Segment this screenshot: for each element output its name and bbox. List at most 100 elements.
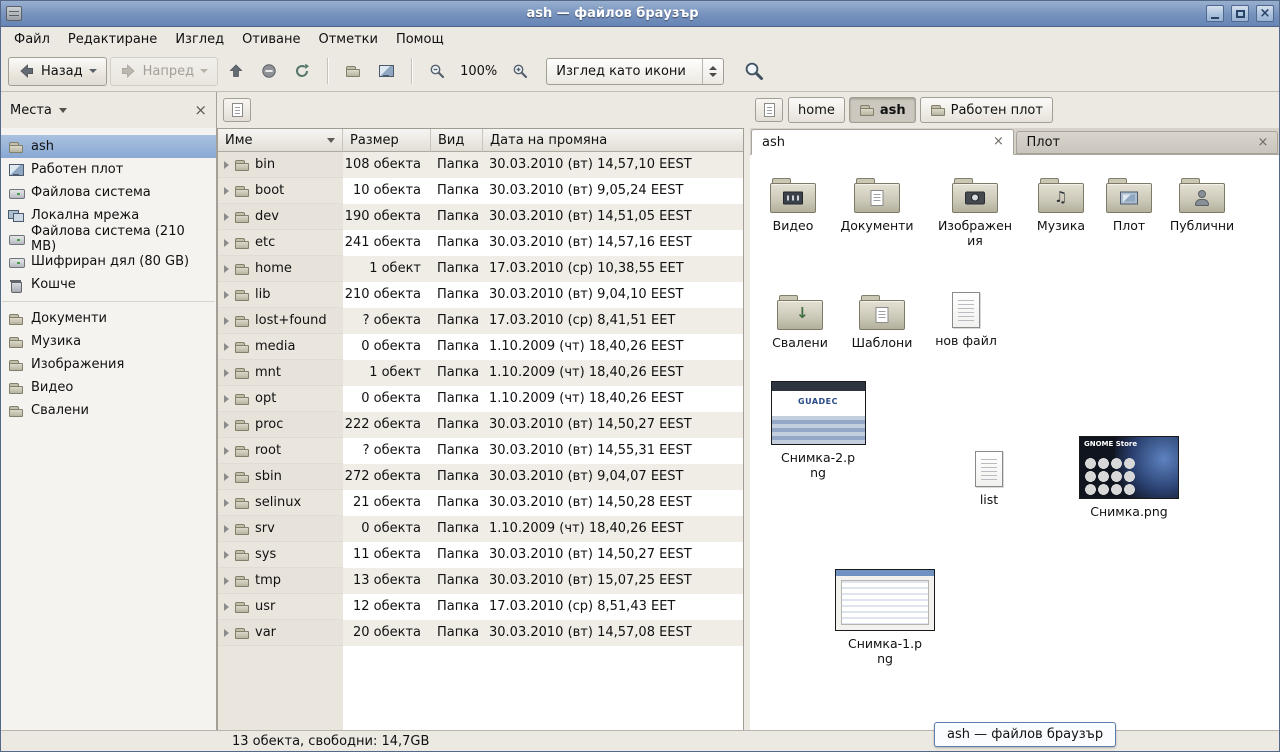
back-dropdown-icon[interactable] — [89, 69, 97, 73]
menu-item[interactable]: Отиване — [233, 29, 309, 50]
table-row[interactable]: bin108 обектаПапка30.03.2010 (вт) 14,57,… — [218, 152, 743, 178]
zoom-in-button[interactable] — [505, 56, 535, 86]
folder-icon — [951, 177, 999, 213]
expander-icon[interactable] — [224, 265, 229, 273]
table-row[interactable]: home1 обектПапка17.03.2010 (ср) 10,38,55… — [218, 256, 743, 282]
expander-icon[interactable] — [224, 161, 229, 169]
path-button[interactable]: ash — [849, 97, 916, 123]
tab-close-icon[interactable]: × — [991, 134, 1007, 150]
table-row[interactable]: etc241 обектаПапка30.03.2010 (вт) 14,57,… — [218, 230, 743, 256]
computer-button[interactable] — [371, 56, 401, 86]
column-header-name[interactable]: Име — [218, 129, 343, 152]
sidebar-close-button[interactable]: × — [194, 103, 207, 118]
expander-icon[interactable] — [224, 551, 229, 559]
path-button[interactable]: home — [788, 97, 845, 123]
table-row[interactable]: lib210 обектаПапка30.03.2010 (вт) 9,04,1… — [218, 282, 743, 308]
expander-icon[interactable] — [224, 239, 229, 247]
column-header-type[interactable]: Вид — [431, 129, 483, 152]
forward-dropdown-icon[interactable] — [200, 69, 208, 73]
location-button[interactable] — [223, 98, 251, 122]
sidebar-item[interactable]: Кошче — [1, 273, 216, 296]
expander-icon[interactable] — [224, 395, 229, 403]
expander-icon[interactable] — [224, 525, 229, 533]
expander-icon[interactable] — [224, 317, 229, 325]
forward-button[interactable]: Напред — [110, 57, 218, 86]
sidebar-item[interactable]: Изображения — [1, 353, 216, 376]
menu-item[interactable]: Помощ — [387, 29, 453, 50]
table-row[interactable]: dev190 обектаПапка30.03.2010 (вт) 14,51,… — [218, 204, 743, 230]
expander-icon[interactable] — [224, 447, 229, 455]
expander-icon[interactable] — [224, 473, 229, 481]
location-button[interactable] — [755, 98, 783, 122]
sidebar-item[interactable]: Свалени — [1, 399, 216, 422]
maximize-button[interactable] — [1231, 5, 1249, 22]
zoom-out-button[interactable] — [422, 56, 452, 86]
column-header-size[interactable]: Размер — [343, 129, 431, 152]
table-row[interactable]: media0 обектаПапка1.10.2009 (чт) 18,40,2… — [218, 334, 743, 360]
home-button[interactable] — [338, 56, 368, 86]
sidebar-item[interactable]: ash — [1, 135, 216, 158]
sidebar-item-label: Локална мрежа — [31, 208, 139, 223]
back-button[interactable]: Назад — [8, 57, 107, 86]
expander-icon[interactable] — [224, 187, 229, 195]
sidebar-item[interactable]: Документи — [1, 307, 216, 330]
table-row[interactable]: mnt1 обектПапка1.10.2009 (чт) 18,40,26 E… — [218, 360, 743, 386]
view-mode-select[interactable]: Изглед като икони — [546, 58, 724, 85]
stop-button[interactable] — [254, 56, 284, 86]
titlebar[interactable]: ash — файлов браузър × — [1, 1, 1279, 27]
close-button[interactable]: × — [1256, 5, 1274, 22]
reload-button[interactable] — [287, 56, 317, 86]
icon-item[interactable]: GNOME StoreСнимка.png — [1074, 436, 1184, 519]
expander-icon[interactable] — [224, 213, 229, 221]
tab[interactable]: ash× — [751, 129, 1014, 155]
sidebar-header[interactable]: Места × — [1, 92, 216, 128]
search-button[interactable] — [739, 56, 769, 86]
table-cell-modified: 30.03.2010 (вт) 14,50,27 EEST — [483, 542, 743, 568]
table-row[interactable]: boot10 обектаПапка30.03.2010 (вт) 9,05,2… — [218, 178, 743, 204]
table-cell-modified: 30.03.2010 (вт) 14,57,16 EEST — [483, 230, 743, 256]
expander-icon[interactable] — [224, 369, 229, 377]
expander-icon[interactable] — [224, 499, 229, 507]
icon-item[interactable]: Публични — [1147, 177, 1257, 233]
table-row[interactable]: sbin272 обектаПапка30.03.2010 (вт) 9,04,… — [218, 464, 743, 490]
sidebar-item[interactable]: Файлова система (210 MB) — [1, 227, 216, 250]
expander-icon[interactable] — [224, 629, 229, 637]
table-row[interactable]: lost+found? обектаПапка17.03.2010 (ср) 8… — [218, 308, 743, 334]
table-row[interactable]: root? обектаПапка30.03.2010 (вт) 14,55,3… — [218, 438, 743, 464]
folder-icon — [234, 261, 250, 277]
sidebar-item[interactable]: Музика — [1, 330, 216, 353]
combo-arrows-icon — [702, 59, 723, 84]
icon-item[interactable]: Снимка-1.png — [830, 569, 940, 666]
menu-item[interactable]: Изглед — [166, 29, 233, 50]
table-row[interactable]: proc222 обектаПапка30.03.2010 (вт) 14,50… — [218, 412, 743, 438]
tab-close-icon[interactable]: × — [1255, 135, 1271, 151]
sidebar-item[interactable]: Видео — [1, 376, 216, 399]
icon-item[interactable]: list — [934, 451, 1044, 507]
tab[interactable]: Плот× — [1016, 131, 1279, 154]
path-button[interactable]: Работен плот — [920, 97, 1053, 123]
expander-icon[interactable] — [224, 343, 229, 351]
sidebar-item[interactable]: Работен плот — [1, 158, 216, 181]
sidebar-item[interactable]: Файлова система — [1, 181, 216, 204]
menu-item[interactable]: Файл — [5, 29, 59, 50]
table-row[interactable]: srv0 обектаПапка1.10.2009 (чт) 18,40,26 … — [218, 516, 743, 542]
table-row[interactable]: usr12 обектаПапка17.03.2010 (ср) 8,51,43… — [218, 594, 743, 620]
icon-item[interactable]: GUADECСнимка-2.png — [763, 381, 873, 480]
menu-item[interactable]: Редактиране — [59, 29, 166, 50]
column-header-modified[interactable]: Дата на промяна — [483, 129, 743, 152]
table-row[interactable]: var20 обектаПапка30.03.2010 (вт) 14,57,0… — [218, 620, 743, 646]
icon-item[interactable]: Документи — [822, 177, 932, 233]
expander-icon[interactable] — [224, 603, 229, 611]
table-row[interactable]: sys11 обектаПапка30.03.2010 (вт) 14,50,2… — [218, 542, 743, 568]
sidebar-item[interactable]: Шифриран дял (80 GB) — [1, 250, 216, 273]
table-row[interactable]: tmp13 обектаПапка30.03.2010 (вт) 15,07,2… — [218, 568, 743, 594]
table-row[interactable]: opt0 обектаПапка1.10.2009 (чт) 18,40,26 … — [218, 386, 743, 412]
table-row[interactable]: selinux21 обектаПапка30.03.2010 (вт) 14,… — [218, 490, 743, 516]
expander-icon[interactable] — [224, 421, 229, 429]
expander-icon[interactable] — [224, 577, 229, 585]
menu-item[interactable]: Отметки — [309, 29, 386, 50]
icon-item[interactable]: нов файл — [911, 292, 1021, 348]
up-button[interactable] — [221, 56, 251, 86]
minimize-button[interactable] — [1206, 5, 1224, 22]
expander-icon[interactable] — [224, 291, 229, 299]
